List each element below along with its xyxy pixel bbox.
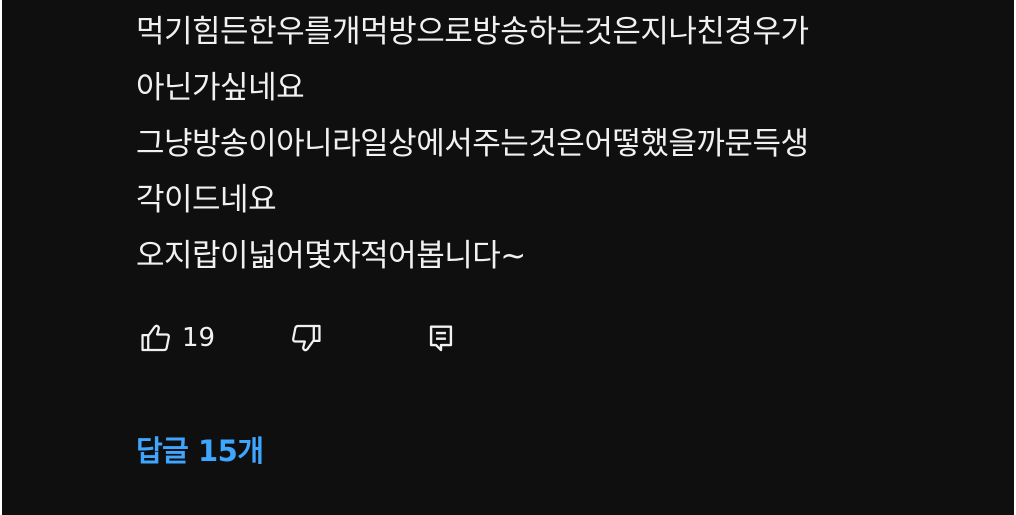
- comment-line: 아닌가싶네요: [136, 70, 305, 106]
- comment-line: 그냥방송이아니라일상에서주는것은어떻했을까문득생: [136, 126, 809, 162]
- thumbs-up-icon: [136, 318, 176, 358]
- like-count: 19: [182, 323, 216, 353]
- dislike-button[interactable]: [286, 318, 421, 358]
- view-replies-link[interactable]: 답글 15개: [136, 428, 264, 470]
- comment-panel: 먹기힘든한우를개먹방으로방송하는것은지나친경우가 아닌가싶네요 그냥방송이아니라…: [2, 0, 1014, 515]
- reply-button[interactable]: [421, 318, 461, 358]
- comment-line: 각이드네요: [136, 182, 277, 218]
- comment-line: 먹기힘든한우를개먹방으로방송하는것은지나친경우가: [136, 14, 809, 50]
- comment-line: 오지랍이넓어몇자적어봅니다~: [136, 238, 526, 274]
- thumbs-down-icon: [286, 318, 326, 358]
- comment-text: 먹기힘든한우를개먹방으로방송하는것은지나친경우가 아닌가싶네요 그냥방송이아니라…: [136, 4, 996, 284]
- like-button[interactable]: 19: [136, 318, 286, 358]
- comment-reply-icon: [421, 318, 461, 358]
- comment-action-bar: 19: [136, 318, 461, 358]
